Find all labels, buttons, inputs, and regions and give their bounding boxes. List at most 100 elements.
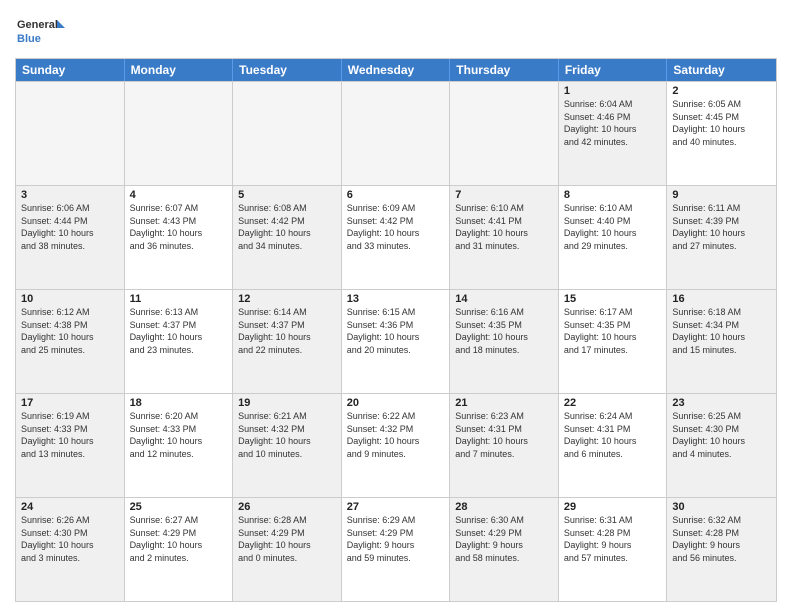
day-info: Sunrise: 6:22 AM Sunset: 4:32 PM Dayligh…: [347, 410, 445, 460]
cal-cell: 21Sunrise: 6:23 AM Sunset: 4:31 PM Dayli…: [450, 394, 559, 497]
day-info: Sunrise: 6:04 AM Sunset: 4:46 PM Dayligh…: [564, 98, 662, 148]
day-info: Sunrise: 6:17 AM Sunset: 4:35 PM Dayligh…: [564, 306, 662, 356]
day-info: Sunrise: 6:16 AM Sunset: 4:35 PM Dayligh…: [455, 306, 553, 356]
cal-cell: [450, 82, 559, 185]
header: General Blue: [15, 10, 777, 50]
day-info: Sunrise: 6:06 AM Sunset: 4:44 PM Dayligh…: [21, 202, 119, 252]
day-number: 13: [347, 293, 445, 305]
day-info: Sunrise: 6:25 AM Sunset: 4:30 PM Dayligh…: [672, 410, 771, 460]
day-number: 28: [455, 501, 553, 513]
day-number: 29: [564, 501, 662, 513]
day-number: 23: [672, 397, 771, 409]
cal-cell: [125, 82, 234, 185]
day-info: Sunrise: 6:26 AM Sunset: 4:30 PM Dayligh…: [21, 514, 119, 564]
day-number: 25: [130, 501, 228, 513]
cal-row-1: 3Sunrise: 6:06 AM Sunset: 4:44 PM Daylig…: [16, 185, 776, 289]
cal-cell: 10Sunrise: 6:12 AM Sunset: 4:38 PM Dayli…: [16, 290, 125, 393]
day-number: 2: [672, 85, 771, 97]
day-number: 19: [238, 397, 336, 409]
day-number: 30: [672, 501, 771, 513]
day-info: Sunrise: 6:27 AM Sunset: 4:29 PM Dayligh…: [130, 514, 228, 564]
day-info: Sunrise: 6:14 AM Sunset: 4:37 PM Dayligh…: [238, 306, 336, 356]
cal-cell: [16, 82, 125, 185]
header-day-monday: Monday: [125, 59, 234, 81]
calendar-body: 1Sunrise: 6:04 AM Sunset: 4:46 PM Daylig…: [16, 81, 776, 601]
day-info: Sunrise: 6:09 AM Sunset: 4:42 PM Dayligh…: [347, 202, 445, 252]
day-number: 1: [564, 85, 662, 97]
cal-cell: 7Sunrise: 6:10 AM Sunset: 4:41 PM Daylig…: [450, 186, 559, 289]
day-info: Sunrise: 6:32 AM Sunset: 4:28 PM Dayligh…: [672, 514, 771, 564]
cal-cell: 9Sunrise: 6:11 AM Sunset: 4:39 PM Daylig…: [667, 186, 776, 289]
day-info: Sunrise: 6:19 AM Sunset: 4:33 PM Dayligh…: [21, 410, 119, 460]
cal-cell: [233, 82, 342, 185]
cal-cell: 11Sunrise: 6:13 AM Sunset: 4:37 PM Dayli…: [125, 290, 234, 393]
day-number: 12: [238, 293, 336, 305]
calendar-header: SundayMondayTuesdayWednesdayThursdayFrid…: [16, 59, 776, 81]
cal-cell: 1Sunrise: 6:04 AM Sunset: 4:46 PM Daylig…: [559, 82, 668, 185]
day-number: 27: [347, 501, 445, 513]
cal-cell: 28Sunrise: 6:30 AM Sunset: 4:29 PM Dayli…: [450, 498, 559, 601]
cal-cell: 17Sunrise: 6:19 AM Sunset: 4:33 PM Dayli…: [16, 394, 125, 497]
cal-cell: 14Sunrise: 6:16 AM Sunset: 4:35 PM Dayli…: [450, 290, 559, 393]
day-number: 3: [21, 189, 119, 201]
cal-cell: 26Sunrise: 6:28 AM Sunset: 4:29 PM Dayli…: [233, 498, 342, 601]
day-info: Sunrise: 6:28 AM Sunset: 4:29 PM Dayligh…: [238, 514, 336, 564]
day-info: Sunrise: 6:12 AM Sunset: 4:38 PM Dayligh…: [21, 306, 119, 356]
header-day-sunday: Sunday: [16, 59, 125, 81]
day-info: Sunrise: 6:21 AM Sunset: 4:32 PM Dayligh…: [238, 410, 336, 460]
cal-cell: 12Sunrise: 6:14 AM Sunset: 4:37 PM Dayli…: [233, 290, 342, 393]
day-info: Sunrise: 6:08 AM Sunset: 4:42 PM Dayligh…: [238, 202, 336, 252]
header-day-saturday: Saturday: [667, 59, 776, 81]
day-info: Sunrise: 6:13 AM Sunset: 4:37 PM Dayligh…: [130, 306, 228, 356]
day-info: Sunrise: 6:10 AM Sunset: 4:40 PM Dayligh…: [564, 202, 662, 252]
cal-cell: 15Sunrise: 6:17 AM Sunset: 4:35 PM Dayli…: [559, 290, 668, 393]
day-number: 6: [347, 189, 445, 201]
day-info: Sunrise: 6:30 AM Sunset: 4:29 PM Dayligh…: [455, 514, 553, 564]
page: General Blue SundayMondayTuesdayWednesda…: [0, 0, 792, 612]
day-number: 22: [564, 397, 662, 409]
day-number: 15: [564, 293, 662, 305]
cal-cell: 3Sunrise: 6:06 AM Sunset: 4:44 PM Daylig…: [16, 186, 125, 289]
header-day-wednesday: Wednesday: [342, 59, 451, 81]
cal-cell: 19Sunrise: 6:21 AM Sunset: 4:32 PM Dayli…: [233, 394, 342, 497]
cal-cell: 13Sunrise: 6:15 AM Sunset: 4:36 PM Dayli…: [342, 290, 451, 393]
day-number: 20: [347, 397, 445, 409]
cal-row-4: 24Sunrise: 6:26 AM Sunset: 4:30 PM Dayli…: [16, 497, 776, 601]
cal-cell: 23Sunrise: 6:25 AM Sunset: 4:30 PM Dayli…: [667, 394, 776, 497]
cal-cell: 2Sunrise: 6:05 AM Sunset: 4:45 PM Daylig…: [667, 82, 776, 185]
cal-row-2: 10Sunrise: 6:12 AM Sunset: 4:38 PM Dayli…: [16, 289, 776, 393]
day-number: 14: [455, 293, 553, 305]
day-number: 9: [672, 189, 771, 201]
cal-cell: 18Sunrise: 6:20 AM Sunset: 4:33 PM Dayli…: [125, 394, 234, 497]
cal-cell: 27Sunrise: 6:29 AM Sunset: 4:29 PM Dayli…: [342, 498, 451, 601]
day-info: Sunrise: 6:20 AM Sunset: 4:33 PM Dayligh…: [130, 410, 228, 460]
day-info: Sunrise: 6:23 AM Sunset: 4:31 PM Dayligh…: [455, 410, 553, 460]
cal-row-3: 17Sunrise: 6:19 AM Sunset: 4:33 PM Dayli…: [16, 393, 776, 497]
day-number: 18: [130, 397, 228, 409]
day-info: Sunrise: 6:10 AM Sunset: 4:41 PM Dayligh…: [455, 202, 553, 252]
svg-text:General: General: [17, 19, 58, 31]
cal-cell: 4Sunrise: 6:07 AM Sunset: 4:43 PM Daylig…: [125, 186, 234, 289]
cal-cell: 16Sunrise: 6:18 AM Sunset: 4:34 PM Dayli…: [667, 290, 776, 393]
cal-cell: 24Sunrise: 6:26 AM Sunset: 4:30 PM Dayli…: [16, 498, 125, 601]
day-number: 11: [130, 293, 228, 305]
cal-cell: 22Sunrise: 6:24 AM Sunset: 4:31 PM Dayli…: [559, 394, 668, 497]
cal-cell: 8Sunrise: 6:10 AM Sunset: 4:40 PM Daylig…: [559, 186, 668, 289]
cal-cell: 20Sunrise: 6:22 AM Sunset: 4:32 PM Dayli…: [342, 394, 451, 497]
day-info: Sunrise: 6:18 AM Sunset: 4:34 PM Dayligh…: [672, 306, 771, 356]
cal-row-0: 1Sunrise: 6:04 AM Sunset: 4:46 PM Daylig…: [16, 81, 776, 185]
day-number: 7: [455, 189, 553, 201]
day-number: 8: [564, 189, 662, 201]
cal-cell: 25Sunrise: 6:27 AM Sunset: 4:29 PM Dayli…: [125, 498, 234, 601]
day-number: 17: [21, 397, 119, 409]
day-number: 26: [238, 501, 336, 513]
day-number: 4: [130, 189, 228, 201]
header-day-thursday: Thursday: [450, 59, 559, 81]
day-info: Sunrise: 6:11 AM Sunset: 4:39 PM Dayligh…: [672, 202, 771, 252]
day-number: 5: [238, 189, 336, 201]
day-info: Sunrise: 6:29 AM Sunset: 4:29 PM Dayligh…: [347, 514, 445, 564]
day-info: Sunrise: 6:07 AM Sunset: 4:43 PM Dayligh…: [130, 202, 228, 252]
cal-cell: 5Sunrise: 6:08 AM Sunset: 4:42 PM Daylig…: [233, 186, 342, 289]
cal-cell: 30Sunrise: 6:32 AM Sunset: 4:28 PM Dayli…: [667, 498, 776, 601]
day-info: Sunrise: 6:31 AM Sunset: 4:28 PM Dayligh…: [564, 514, 662, 564]
